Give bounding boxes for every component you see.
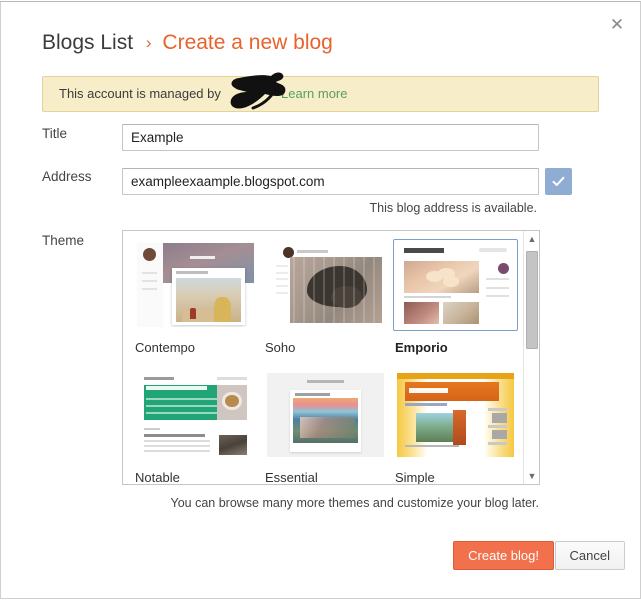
scroll-up-arrow-icon[interactable]: ▲: [524, 231, 539, 247]
theme-label[interactable]: Simple: [395, 470, 523, 484]
theme-field-label: Theme: [42, 233, 85, 248]
theme-preview-image: [267, 243, 384, 327]
title-field-label: Title: [42, 126, 68, 141]
title-input[interactable]: [122, 124, 539, 151]
theme-scrollbar[interactable]: ▲ ▼: [523, 231, 539, 484]
theme-thumbnail-notable[interactable]: [133, 369, 258, 461]
breadcrumb-current-page: Create a new blog: [162, 31, 333, 54]
create-blog-dialog: ✕ Blogs List › Create a new blog This ac…: [0, 1, 641, 599]
scroll-down-arrow-icon[interactable]: ▼: [524, 468, 539, 484]
breadcrumb: Blogs List › Create a new blog: [42, 31, 333, 55]
address-availability-status: This blog address is available.: [369, 201, 537, 215]
address-input[interactable]: [122, 168, 539, 195]
theme-grid: Contempo Soho Emporio Notable Essential Simpl…: [123, 231, 523, 484]
theme-option-soho[interactable]: Soho: [263, 239, 393, 369]
theme-option-simple[interactable]: Simple: [393, 369, 523, 484]
theme-option-emporio[interactable]: Emporio: [393, 239, 523, 369]
theme-label[interactable]: Notable: [135, 470, 263, 484]
theme-label[interactable]: Contempo: [135, 340, 263, 355]
theme-preview-image: [137, 243, 254, 327]
theme-option-notable[interactable]: Notable: [133, 369, 263, 484]
theme-preview-image: [267, 373, 384, 457]
theme-option-contempo[interactable]: Contempo: [133, 239, 263, 369]
theme-option-essential[interactable]: Essential: [263, 369, 393, 484]
theme-row: Notable Essential Simple: [133, 369, 523, 484]
theme-thumbnail-emporio[interactable]: [393, 239, 518, 331]
create-blog-button[interactable]: Create blog!: [453, 541, 554, 570]
address-field-label: Address: [42, 169, 92, 184]
breadcrumb-blogs-list[interactable]: Blogs List: [42, 31, 133, 54]
close-icon[interactable]: ✕: [604, 12, 630, 38]
theme-row: Contempo Soho Emporio: [133, 239, 523, 369]
theme-label[interactable]: Emporio: [395, 340, 523, 355]
breadcrumb-separator-icon: ›: [145, 33, 152, 52]
theme-preview-image: [397, 373, 514, 457]
cancel-button[interactable]: Cancel: [554, 541, 625, 570]
theme-label[interactable]: Essential: [265, 470, 393, 484]
theme-picker: Contempo Soho Emporio Notable Essential Simpl…: [122, 230, 540, 485]
theme-thumbnail-soho[interactable]: [263, 239, 388, 331]
managed-account-notice-text: This account is managed by: [59, 86, 221, 101]
address-check-icon[interactable]: [545, 168, 572, 195]
theme-preview-image: [137, 373, 254, 457]
theme-browse-hint: You can browse many more themes and cust…: [170, 496, 539, 510]
theme-thumbnail-essential[interactable]: [263, 369, 388, 461]
theme-thumbnail-simple[interactable]: [393, 369, 518, 461]
theme-thumbnail-contempo[interactable]: [133, 239, 258, 331]
theme-label[interactable]: Soho: [265, 340, 393, 355]
learn-more-link[interactable]: Learn more: [281, 86, 347, 101]
managed-account-notice: This account is managed by Learn more: [42, 72, 599, 112]
theme-preview-image: [397, 243, 514, 327]
scrollbar-thumb[interactable]: [526, 251, 538, 349]
